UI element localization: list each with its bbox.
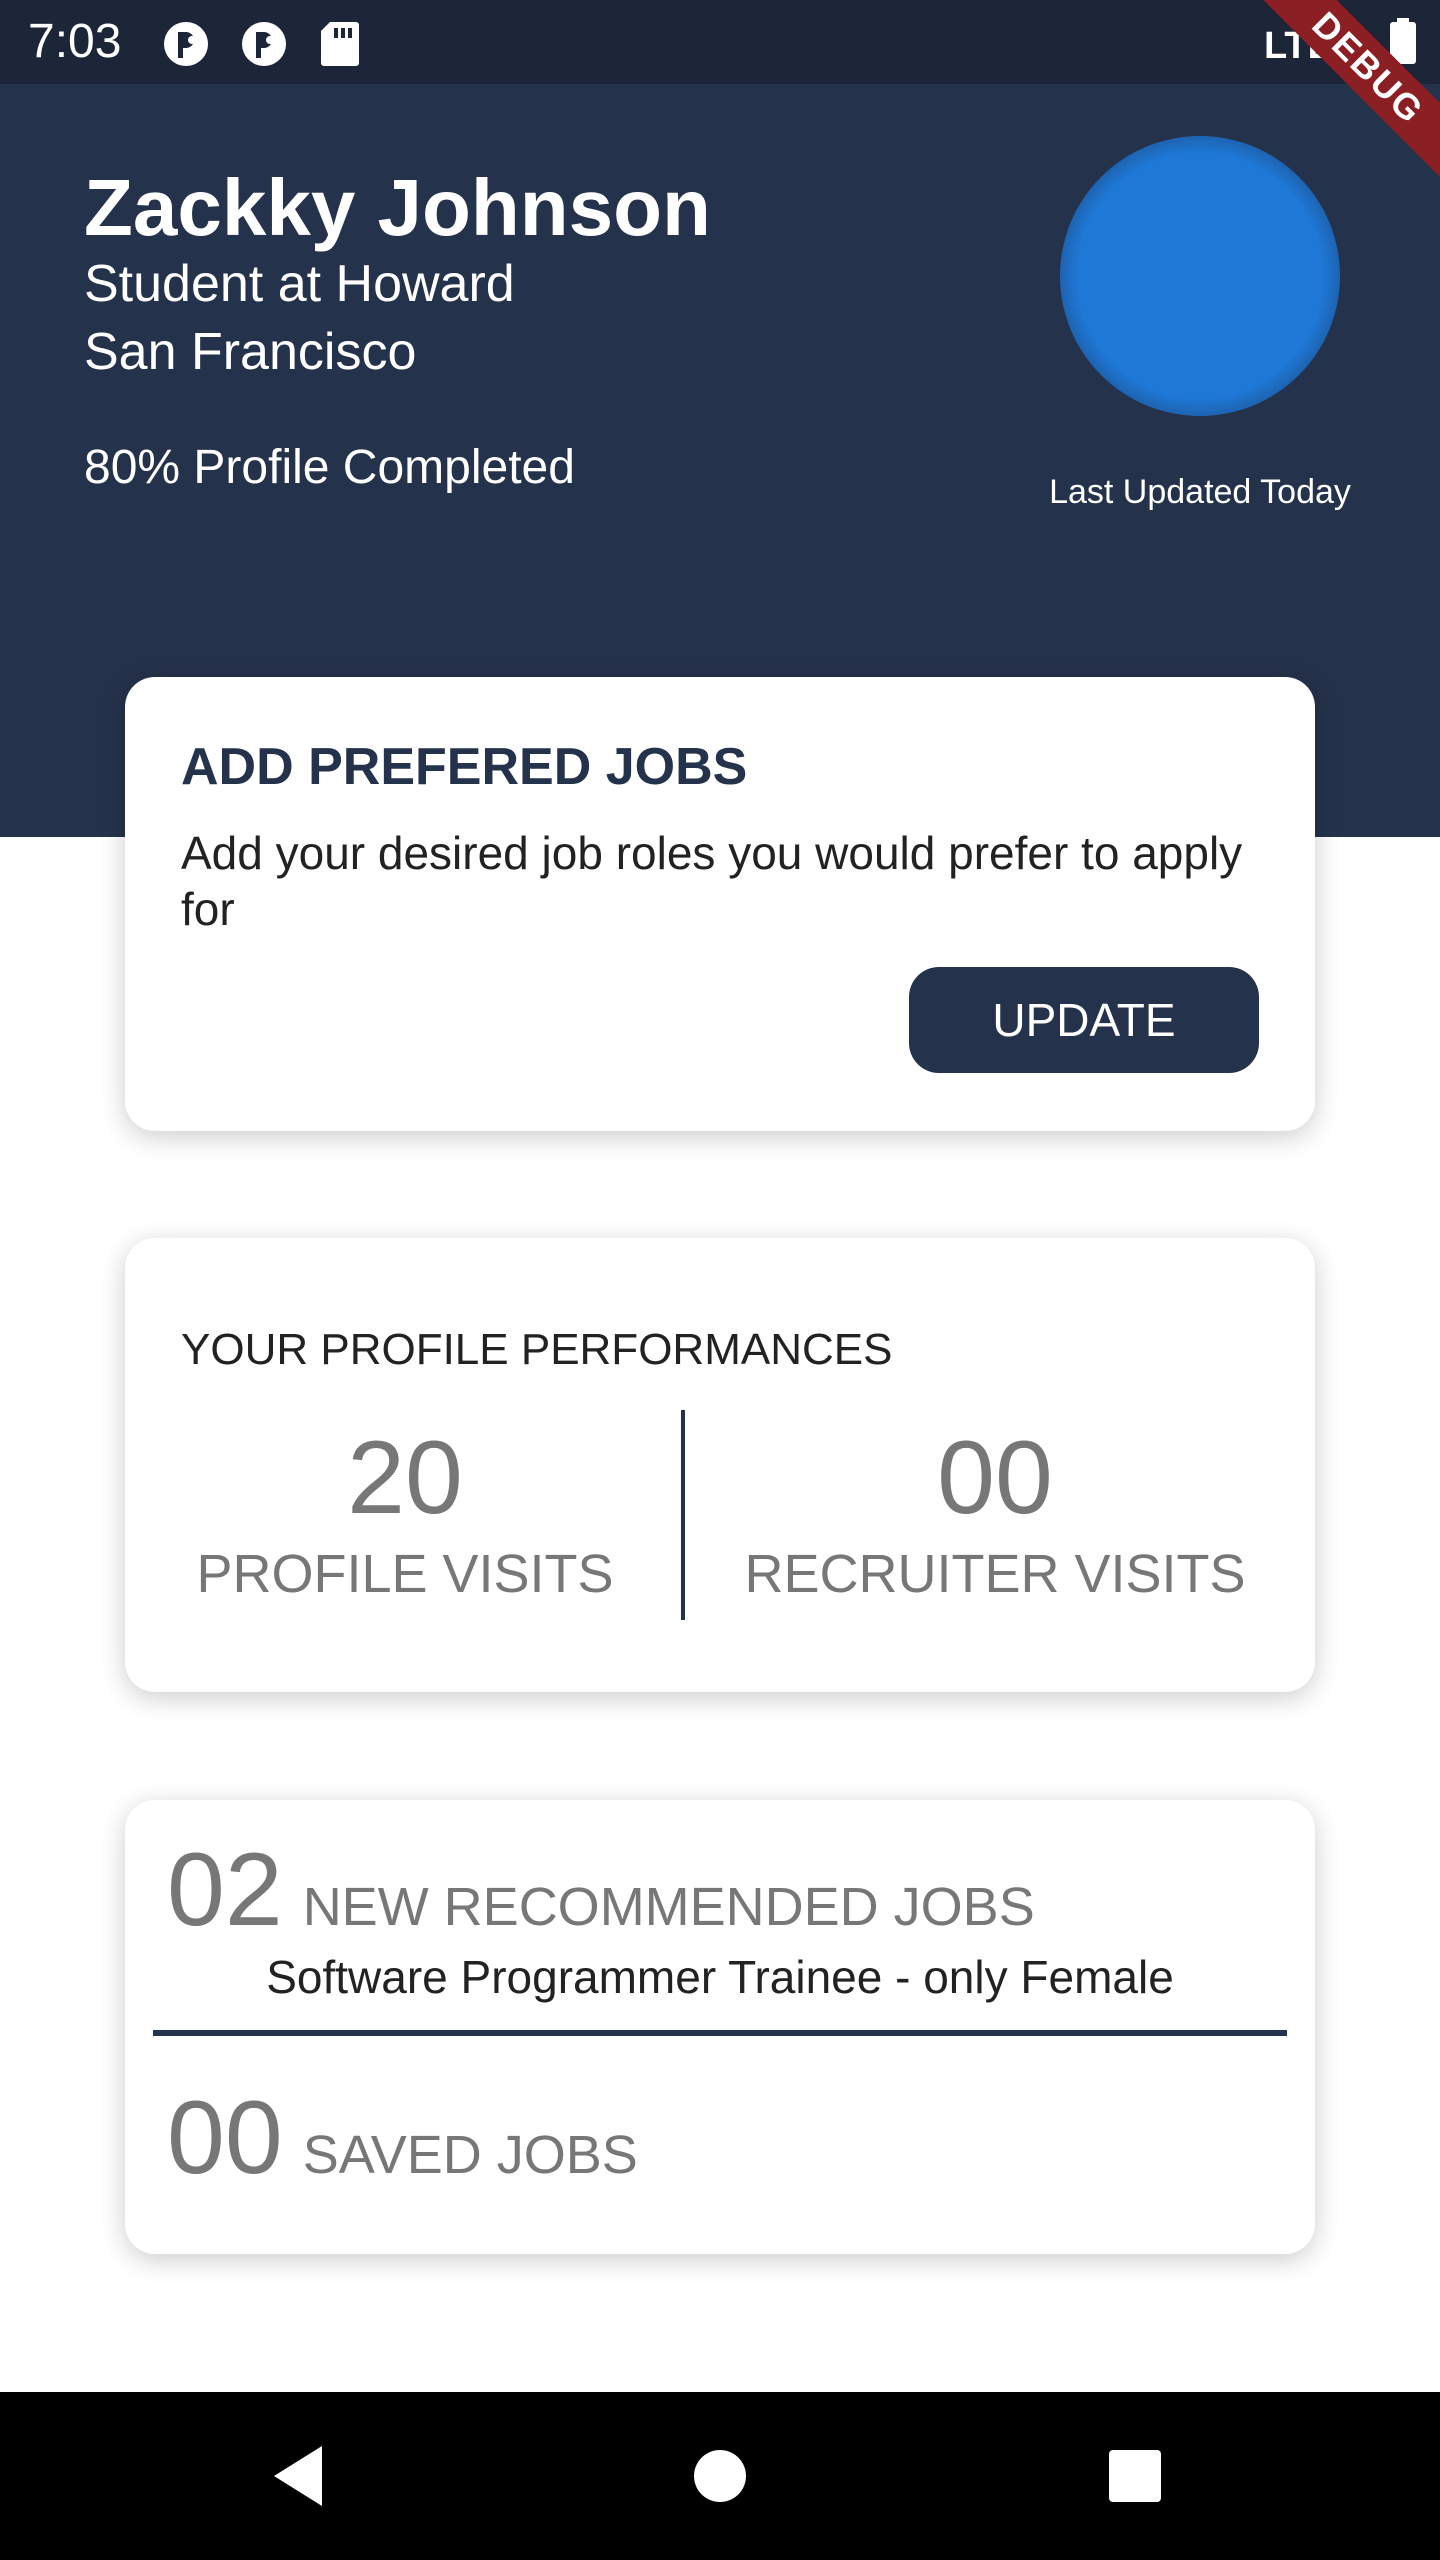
preferred-jobs-title: ADD PREFERED JOBS: [181, 738, 748, 796]
recent-apps-icon[interactable]: [1095, 2436, 1175, 2516]
preferred-jobs-card: ADD PREFERED JOBS Add your desired job r…: [125, 677, 1315, 1131]
notification-icon: [164, 22, 208, 66]
profile-name: Zackky Johnson: [84, 163, 711, 252]
profile-location: San Francisco: [84, 323, 417, 381]
recommended-job-item[interactable]: Software Programmer Trainee - only Femal…: [125, 1948, 1315, 2006]
performance-title: YOUR PROFILE PERFORMANCES: [181, 1325, 893, 1374]
preferred-jobs-description: Add your desired job roles you would pre…: [181, 827, 1243, 935]
profile-visits-count: 20: [347, 1420, 463, 1536]
jobs-summary-card: 02 NEW RECOMMENDED JOBS Software Program…: [125, 1800, 1315, 2254]
saved-jobs-count: 00: [167, 2080, 283, 2196]
performance-divider: [681, 1410, 685, 1620]
jobs-divider: [153, 2030, 1287, 2036]
sd-card-icon: [321, 22, 359, 66]
profile-completion: 80% Profile Completed: [84, 441, 575, 494]
recommended-jobs-row[interactable]: 02 NEW RECOMMENDED JOBS: [167, 1830, 1035, 1950]
saved-jobs-label: SAVED JOBS: [302, 2125, 638, 2185]
status-bar: 7:03 LTE: [0, 0, 1440, 84]
profile-visits-label: PROFILE VISITS: [196, 1544, 614, 1604]
profile-title: Student at Howard: [84, 255, 515, 313]
update-button[interactable]: UPDATE: [909, 967, 1259, 1073]
profile-visits-stat: 20 PROFILE VISITS: [125, 1418, 685, 1606]
navigation-bar: [0, 2392, 1440, 2560]
recruiter-visits-stat: 00 RECRUITER VISITS: [715, 1418, 1275, 1606]
saved-jobs-row[interactable]: 00 SAVED JOBS: [167, 2078, 638, 2198]
recommended-jobs-count: 02: [167, 1832, 283, 1948]
status-time: 7:03: [28, 15, 122, 68]
avatar[interactable]: [1060, 136, 1340, 416]
home-icon[interactable]: [680, 2436, 760, 2516]
profile-performance-card: YOUR PROFILE PERFORMANCES 20 PROFILE VIS…: [125, 1238, 1315, 1692]
recommended-jobs-label: NEW RECOMMENDED JOBS: [302, 1877, 1035, 1937]
recruiter-visits-count: 00: [937, 1420, 1053, 1536]
notification-icon: [242, 22, 286, 66]
back-icon[interactable]: [260, 2436, 340, 2516]
recruiter-visits-label: RECRUITER VISITS: [744, 1544, 1246, 1604]
last-updated: Last Updated Today: [1049, 473, 1351, 511]
